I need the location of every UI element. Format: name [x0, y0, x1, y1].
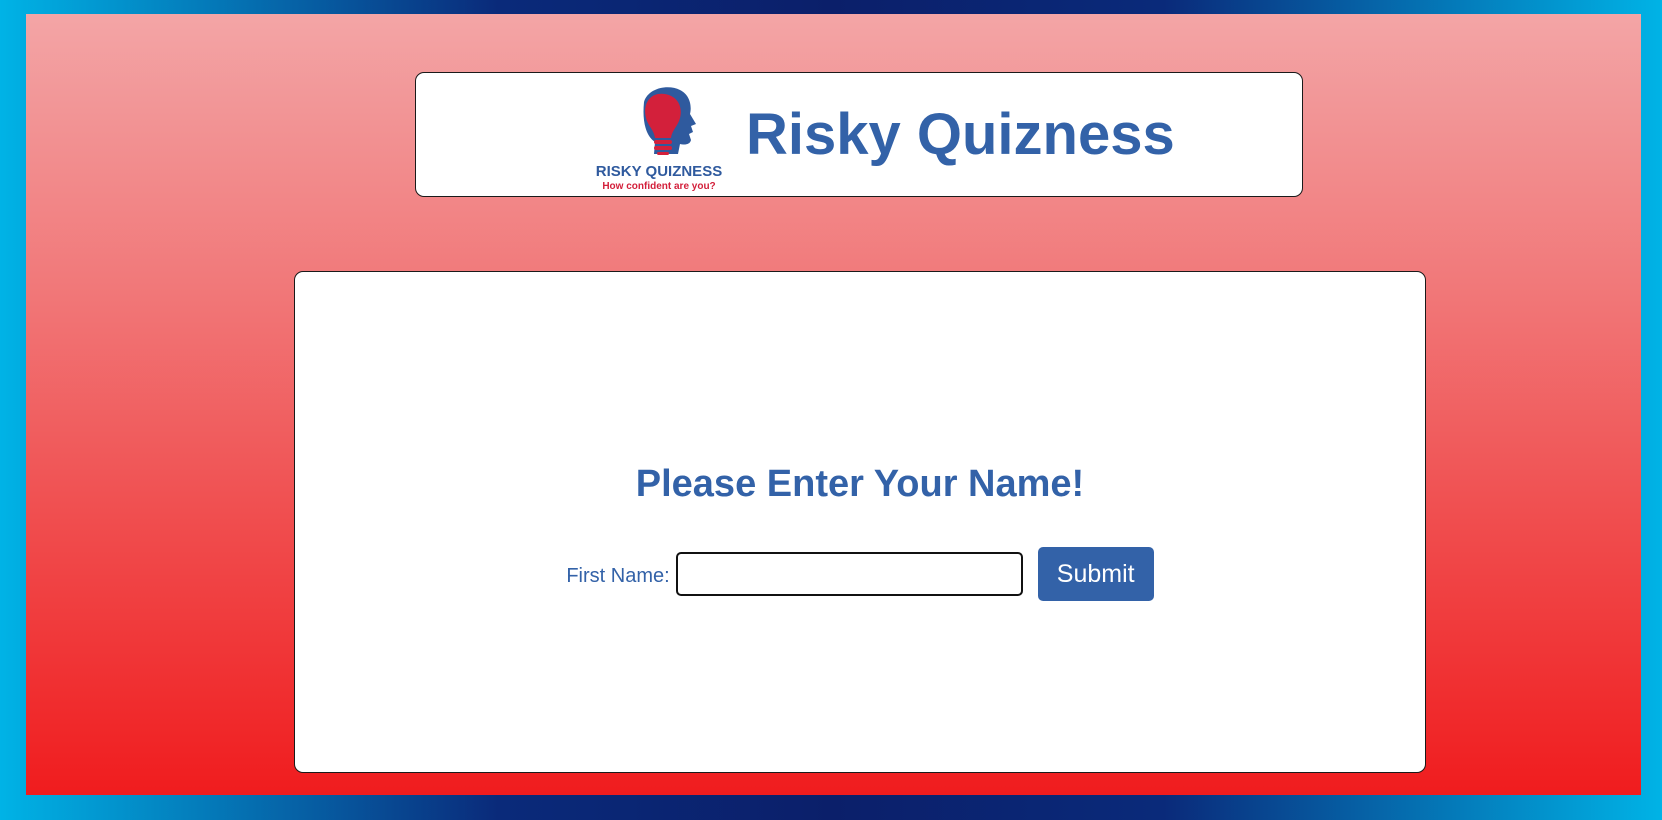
first-name-input[interactable]	[675, 552, 1023, 596]
logo-tagline: How confident are you?	[602, 181, 715, 192]
header-banner: RISKY QUIZNESS How confident are you? Ri…	[415, 72, 1303, 197]
logo-wordmark: RISKY QUIZNESS	[596, 163, 722, 180]
name-form: First Name: Submit	[295, 546, 1425, 602]
name-entry-panel: Please Enter Your Name! First Name: Subm…	[294, 271, 1426, 773]
first-name-label: First Name:	[566, 564, 670, 587]
name-prompt-heading: Please Enter Your Name!	[635, 463, 1085, 505]
risky-quizness-logo: RISKY QUIZNESS How confident are you?	[592, 82, 726, 192]
submit-button[interactable]: Submit	[1037, 547, 1154, 601]
head-lightbulb-icon: RISKY QUIZNESS How confident are you?	[596, 87, 722, 192]
page-background: RISKY QUIZNESS How confident are you? Ri…	[26, 14, 1641, 795]
site-title: Risky Quizness	[746, 102, 1175, 167]
